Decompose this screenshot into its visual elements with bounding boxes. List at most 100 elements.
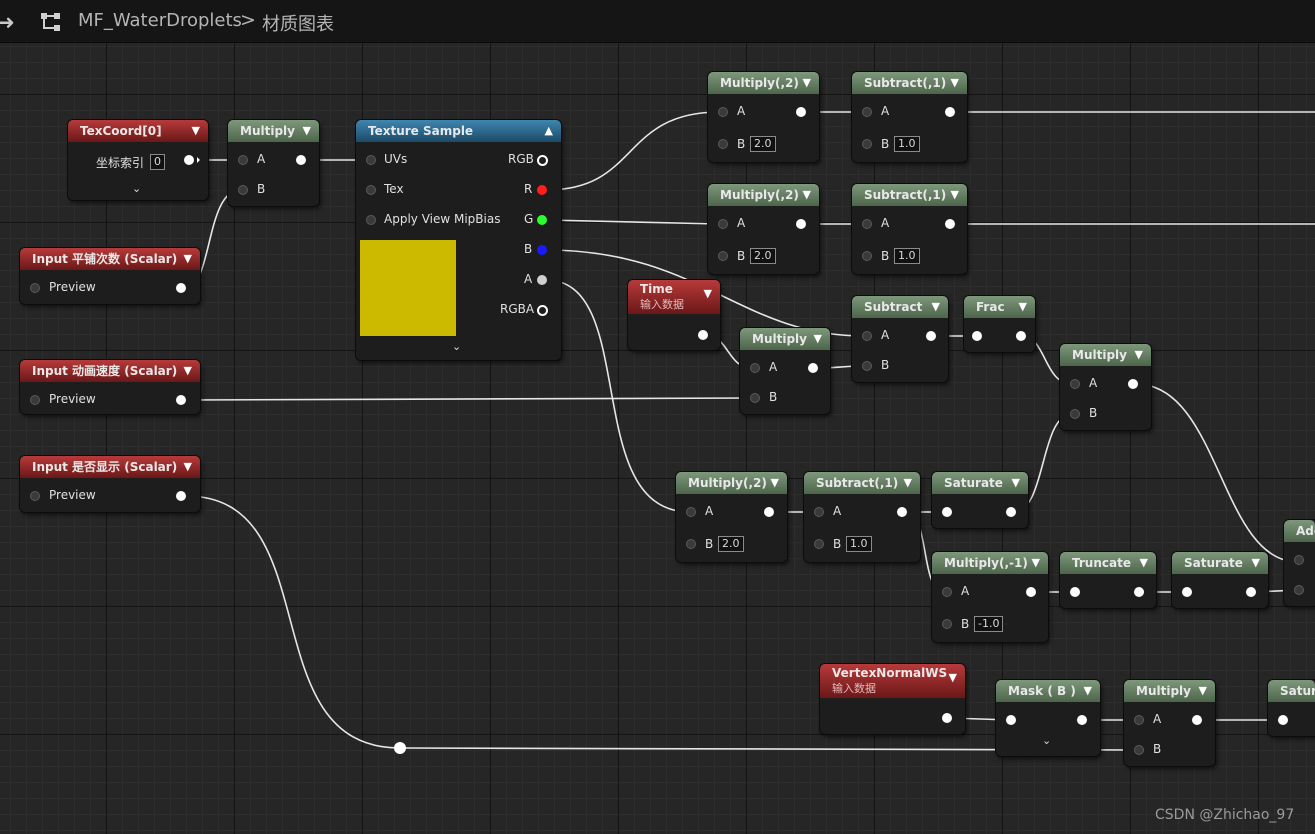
input-pin-a[interactable] bbox=[814, 507, 824, 517]
input-pin-b[interactable] bbox=[942, 619, 952, 629]
input-pin-a[interactable] bbox=[862, 219, 872, 229]
chevron-down-icon[interactable]: ▼ bbox=[1140, 552, 1148, 574]
input-pin-b[interactable] bbox=[238, 185, 248, 195]
output-pin-b[interactable] bbox=[537, 245, 547, 255]
multiply-r-node[interactable]: Multiply(,2) ▼ A B 2.0 bbox=[708, 72, 819, 162]
texture-sample-node[interactable]: Texture Sample ▲ UVs Tex Apply View MipBi… bbox=[356, 120, 561, 360]
subtract-a-node[interactable]: Subtract(,1) ▼ A B 1.0 bbox=[804, 472, 920, 562]
input-pin-a[interactable] bbox=[238, 155, 248, 165]
input-pin-a[interactable] bbox=[1294, 555, 1304, 565]
chevron-down-icon[interactable]: ▼ bbox=[184, 360, 192, 382]
chevron-down-icon[interactable]: ▼ bbox=[1012, 472, 1020, 494]
chevron-up-icon[interactable]: ▲ bbox=[545, 120, 553, 142]
output-pin[interactable] bbox=[897, 507, 907, 517]
output-pin[interactable] bbox=[1246, 587, 1256, 597]
output-pin[interactable] bbox=[176, 491, 186, 501]
input-anim-speed-node[interactable]: Input 动画速度 (Scalar) ▼ Preview bbox=[20, 360, 200, 414]
output-pin[interactable] bbox=[1128, 379, 1138, 389]
multiply-final-node[interactable]: Multiply ▼ A B bbox=[1124, 680, 1215, 766]
multiply-neg-node[interactable]: Multiply(,-1) ▼ A B -1.0 bbox=[932, 552, 1048, 642]
output-pin-g[interactable] bbox=[537, 215, 547, 225]
chevron-down-icon[interactable]: ▼ bbox=[951, 72, 959, 94]
pin-b-value-field[interactable]: 2.0 bbox=[718, 536, 744, 552]
input-pin-a[interactable] bbox=[686, 507, 696, 517]
input-pin-b[interactable] bbox=[862, 361, 872, 371]
add-node-partial[interactable]: Add bbox=[1284, 520, 1315, 606]
input-pin-b[interactable] bbox=[718, 139, 728, 149]
chevron-down-icon[interactable]: ▼ bbox=[771, 472, 779, 494]
subtract-r-node[interactable]: Subtract(,1) ▼ A B 1.0 bbox=[852, 72, 967, 162]
input-pin-b[interactable] bbox=[862, 251, 872, 261]
output-pin[interactable] bbox=[176, 395, 186, 405]
output-pin-rgb[interactable] bbox=[537, 155, 548, 166]
input-pin-tex[interactable] bbox=[366, 185, 376, 195]
pin-b-value-field[interactable]: -1.0 bbox=[974, 616, 1004, 632]
truncate-node[interactable]: Truncate ▼ bbox=[1060, 552, 1156, 608]
input-pin-a[interactable] bbox=[942, 587, 952, 597]
output-pin[interactable] bbox=[1134, 587, 1144, 597]
chevron-down-icon[interactable]: ▼ bbox=[904, 472, 912, 494]
input-pin-a[interactable] bbox=[862, 331, 872, 341]
input-pin-b[interactable] bbox=[1294, 585, 1304, 595]
vertex-normal-node[interactable]: VertexNormalWS 输入数据 ▼ bbox=[820, 664, 965, 734]
input-pin-preview[interactable] bbox=[30, 395, 40, 405]
input-visible-node[interactable]: Input 是否显示 (Scalar) ▼ Preview bbox=[20, 456, 200, 512]
chevron-down-icon[interactable]: ▼ bbox=[704, 286, 712, 301]
output-pin-a[interactable] bbox=[537, 275, 547, 285]
multiply-g-node[interactable]: Multiply(,2) ▼ A B 2.0 bbox=[708, 184, 819, 274]
output-pin[interactable] bbox=[296, 155, 306, 165]
output-pin[interactable] bbox=[808, 363, 818, 373]
output-pin[interactable] bbox=[796, 219, 806, 229]
input-tiling-node[interactable]: Input 平铺次数 (Scalar) ▼ Preview bbox=[20, 248, 200, 304]
input-pin[interactable] bbox=[1182, 587, 1192, 597]
input-pin-mipbias[interactable] bbox=[366, 215, 376, 225]
chevron-down-icon[interactable]: ▼ bbox=[184, 248, 192, 270]
input-pin[interactable] bbox=[1006, 715, 1016, 725]
subtract-g-node[interactable]: Subtract(,1) ▼ A B 1.0 bbox=[852, 184, 967, 274]
output-pin[interactable] bbox=[945, 219, 955, 229]
multiply-mask-node[interactable]: Multiply ▼ A B bbox=[1060, 344, 1151, 430]
input-pin-a[interactable] bbox=[718, 219, 728, 229]
chevron-down-icon[interactable]: ▼ bbox=[803, 184, 811, 206]
output-pin[interactable] bbox=[1016, 331, 1026, 341]
chevron-down-icon[interactable]: ▼ bbox=[184, 456, 192, 478]
expand-chevron-icon[interactable]: ⌄ bbox=[452, 340, 461, 353]
back-arrow-icon[interactable]: ➜ bbox=[0, 10, 15, 34]
chevron-down-icon[interactable]: ▼ bbox=[1084, 680, 1092, 702]
output-pin[interactable] bbox=[1006, 507, 1016, 517]
chevron-down-icon[interactable]: ▼ bbox=[949, 670, 957, 685]
pin-b-value-field[interactable]: 2.0 bbox=[750, 248, 776, 264]
pin-value-field[interactable]: 0 bbox=[150, 154, 165, 170]
output-pin[interactable] bbox=[942, 713, 952, 723]
output-pin[interactable] bbox=[1026, 587, 1036, 597]
chevron-down-icon[interactable]: ▼ bbox=[303, 120, 311, 142]
input-pin[interactable] bbox=[1070, 587, 1080, 597]
input-pin-b[interactable] bbox=[750, 393, 760, 403]
pin-b-value-field[interactable]: 1.0 bbox=[894, 248, 920, 264]
chevron-down-icon[interactable]: ▼ bbox=[1135, 344, 1143, 366]
input-pin-b[interactable] bbox=[862, 139, 872, 149]
output-pin[interactable] bbox=[184, 155, 194, 165]
input-pin-preview[interactable] bbox=[30, 491, 40, 501]
chevron-down-icon[interactable]: ▼ bbox=[951, 184, 959, 206]
output-pin[interactable] bbox=[796, 107, 806, 117]
output-pin-r[interactable] bbox=[537, 185, 547, 195]
input-pin-b[interactable] bbox=[1070, 409, 1080, 419]
input-pin-a[interactable] bbox=[718, 107, 728, 117]
expand-chevron-icon[interactable]: ⌄ bbox=[1042, 734, 1051, 747]
subtract-node[interactable]: Subtract ▼ A B bbox=[852, 296, 948, 382]
output-pin[interactable] bbox=[764, 507, 774, 517]
output-pin[interactable] bbox=[698, 330, 708, 340]
mask-b-node[interactable]: Mask ( B ) ▼ ⌄ bbox=[996, 680, 1100, 756]
chevron-down-icon[interactable]: ▼ bbox=[1019, 296, 1027, 318]
saturate-1-node[interactable]: Saturate ▼ bbox=[932, 472, 1028, 528]
output-pin[interactable] bbox=[176, 283, 186, 293]
pin-b-value-field[interactable]: 1.0 bbox=[894, 136, 920, 152]
output-pin[interactable] bbox=[945, 107, 955, 117]
output-pin[interactable] bbox=[926, 331, 936, 341]
input-pin-b[interactable] bbox=[1134, 745, 1144, 755]
chevron-down-icon[interactable]: ▼ bbox=[932, 296, 940, 318]
input-pin-a[interactable] bbox=[1134, 715, 1144, 725]
input-pin[interactable] bbox=[972, 331, 982, 341]
input-pin-uvs[interactable] bbox=[366, 155, 376, 165]
